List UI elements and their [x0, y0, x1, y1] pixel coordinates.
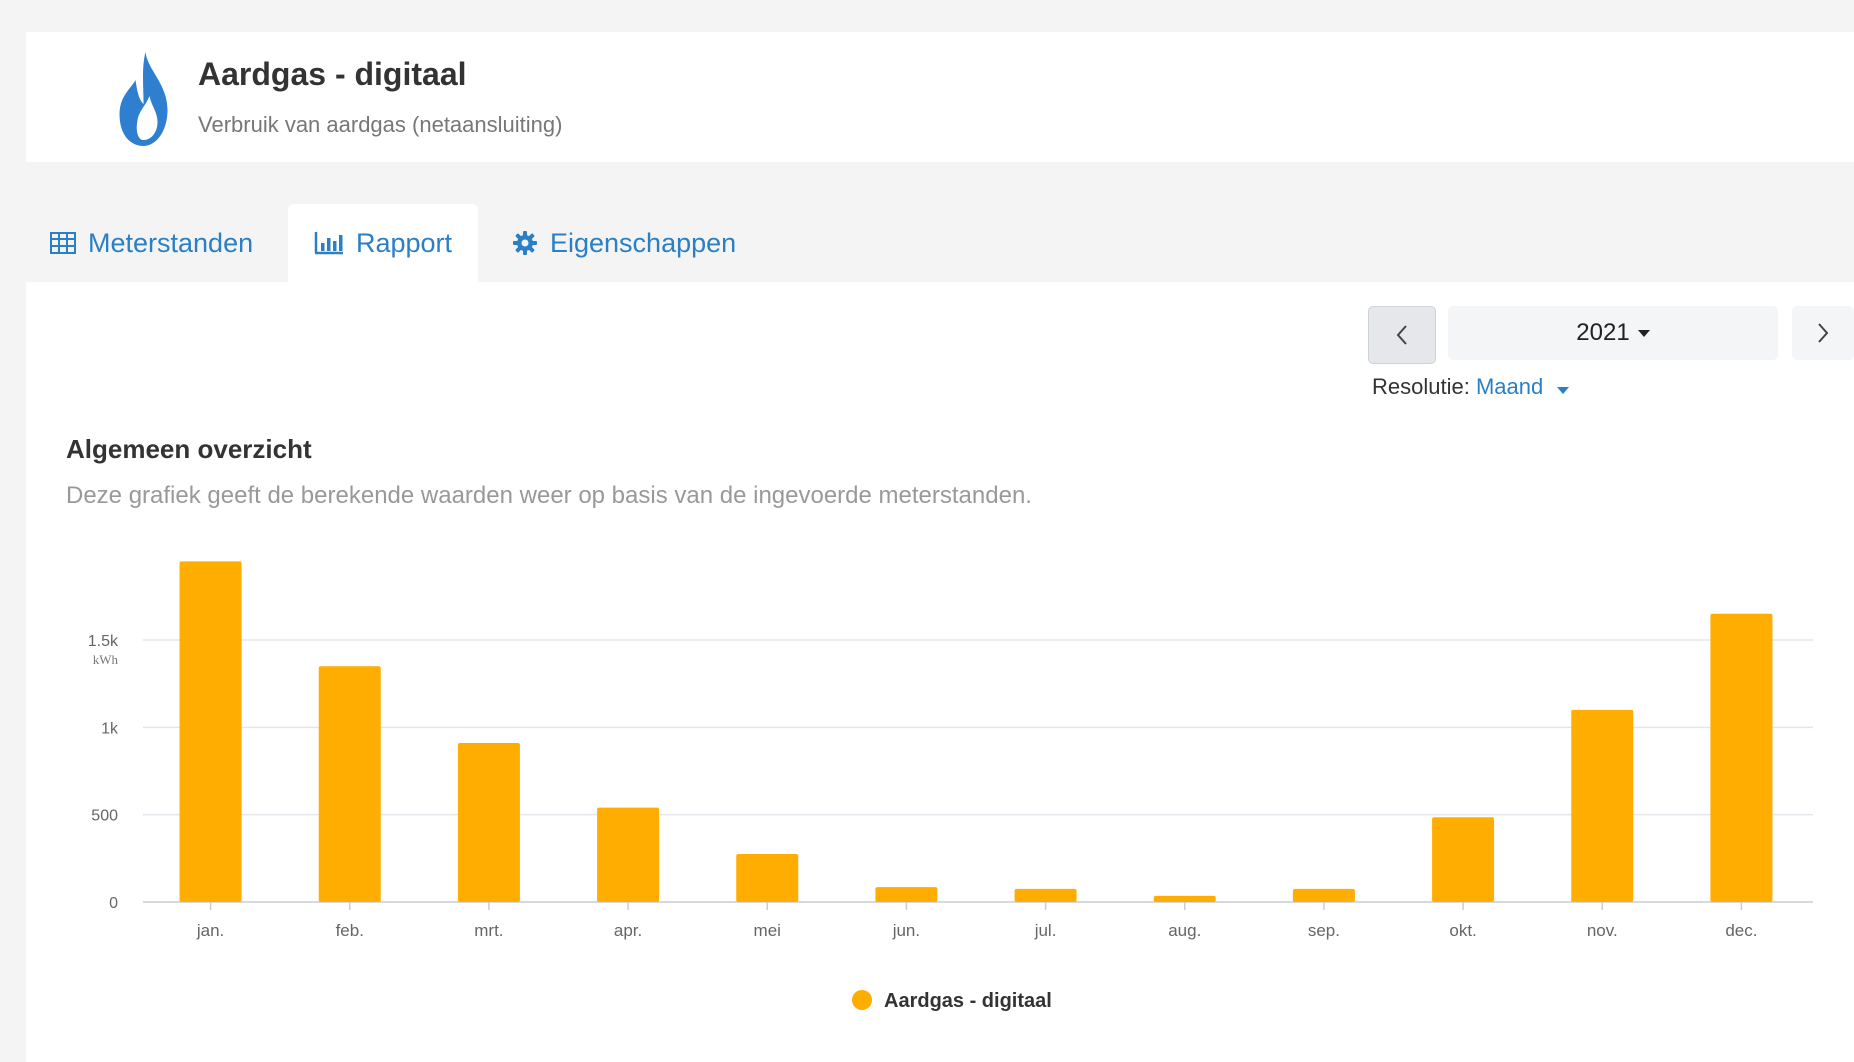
- bar-9: [1292, 888, 1355, 902]
- flame-icon: [119, 52, 168, 146]
- y-tick-label: 1.5k: [88, 633, 119, 650]
- bar-1: [179, 561, 242, 902]
- bar-4: [597, 807, 660, 902]
- x-tick-label: feb.: [336, 921, 364, 940]
- resolution-value: Maand: [1475, 374, 1544, 399]
- legend-marker[interactable]: [852, 990, 872, 1010]
- report-panel: 2021 Resolutie: Maand Algemeen overzicht…: [26, 282, 1854, 1062]
- bar-5: [736, 853, 799, 902]
- caret-down-icon: [1637, 329, 1650, 337]
- bar-chart-icon: [314, 232, 343, 255]
- table-icon: [50, 232, 76, 254]
- resolution-label: Resolutie:: [1372, 374, 1470, 399]
- tab-rapport-label: Rapport: [355, 227, 453, 258]
- chevron-right-icon: [1818, 323, 1829, 343]
- year-dropdown[interactable]: 2021: [1448, 306, 1778, 360]
- bar-8: [1153, 895, 1216, 902]
- x-tick-label: apr.: [614, 921, 642, 940]
- gear-icon: [513, 231, 537, 255]
- x-tick-label: mrt.: [474, 921, 503, 940]
- tab-eigenschappen[interactable]: Eigenschappen: [512, 204, 736, 282]
- page-subtitle: Verbruik van aardgas (netaansluiting): [198, 112, 563, 137]
- bar-7: [1014, 888, 1077, 902]
- y-tick-label: 500: [91, 808, 118, 825]
- header-card: Aardgas - digitaal Verbruik van aardgas …: [26, 32, 1854, 162]
- year-value: 2021: [1576, 319, 1630, 346]
- legend-label[interactable]: Aardgas - digitaal: [884, 990, 1052, 1012]
- bar-6: [875, 887, 938, 902]
- x-tick-label: jan.: [196, 921, 224, 940]
- x-tick-label: okt.: [1449, 921, 1476, 940]
- bar-11: [1571, 709, 1634, 902]
- tab-meterstanden-label: Meterstanden: [88, 227, 254, 258]
- x-tick-label: dec.: [1725, 921, 1757, 940]
- resolution-selector: Resolutie: Maand: [1372, 374, 1570, 400]
- chevron-left-icon: [1396, 325, 1407, 345]
- bar-2: [318, 666, 381, 902]
- y-tick-label: 0: [109, 895, 118, 912]
- caret-down-icon: [1557, 387, 1570, 394]
- x-tick-label: aug.: [1168, 921, 1201, 940]
- tab-bar: Meterstanden Rapport Eigenschappen: [26, 204, 1854, 282]
- y-axis-unit-label: kWh: [93, 652, 119, 667]
- resolution-dropdown[interactable]: Maand: [1475, 374, 1570, 399]
- page-title: Aardgas - digitaal: [198, 56, 467, 92]
- previous-year-button[interactable]: [1368, 306, 1436, 364]
- y-tick-label: 1k: [101, 720, 119, 737]
- tab-eigenschappen-label: Eigenschappen: [550, 227, 737, 258]
- bar-3: [457, 743, 520, 902]
- section-description: Deze grafiek geeft de berekende waarden …: [66, 482, 1032, 509]
- x-tick-label: jun.: [892, 921, 920, 940]
- bar-12: [1710, 613, 1773, 902]
- tab-meterstanden[interactable]: Meterstanden: [50, 204, 253, 282]
- bar-chart: 0 500 1k 1.5k kWh jan. feb. mrt. apr. mei jun. jul.…: [88, 561, 1813, 1012]
- x-tick-label: nov.: [1587, 921, 1618, 940]
- section-title: Algemeen overzicht: [66, 434, 312, 464]
- x-tick-label: mei: [754, 921, 781, 940]
- bar-10: [1432, 817, 1495, 902]
- tab-rapport[interactable]: Rapport: [288, 204, 478, 282]
- x-tick-label: sep.: [1308, 921, 1340, 940]
- next-year-button[interactable]: [1792, 306, 1854, 360]
- x-tick-label: jul.: [1034, 921, 1057, 940]
